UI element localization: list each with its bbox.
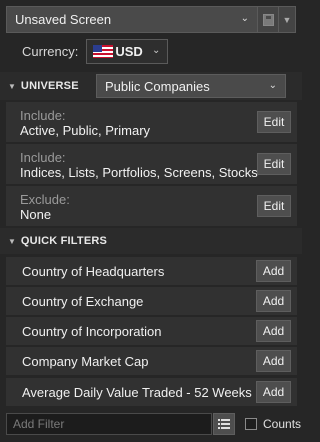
quick-filter-row: Country of Incorporation Add (6, 317, 297, 345)
edit-button[interactable]: Edit (257, 195, 291, 217)
add-button[interactable]: Add (256, 290, 291, 312)
save-icon (262, 13, 274, 26)
universe-section-header[interactable]: ▼ UNIVERSE Public Companies ⌄ (0, 72, 302, 100)
add-button[interactable]: Add (256, 381, 291, 403)
screen-name-dropdown[interactable]: Unsaved Screen ⌄ (6, 6, 258, 33)
include-sources-criteria: Include: Indices, Lists, Portfolios, Scr… (6, 144, 297, 184)
collapse-triangle-icon: ▼ (8, 236, 16, 246)
screen-name-label: Unsaved Screen (15, 12, 112, 27)
add-filter-bar: Counts (6, 413, 302, 435)
quick-filter-row: Average Daily Value Traded - 52 Weeks Ad… (6, 378, 297, 406)
quick-filter-name: Company Market Cap (22, 354, 149, 369)
save-button[interactable] (258, 6, 278, 33)
quick-filter-row: Company Market Cap Add (6, 347, 297, 375)
add-button[interactable]: Add (256, 350, 291, 372)
chevron-down-icon: ⌄ (151, 44, 161, 56)
quick-filters-section-header[interactable]: ▼ QUICK FILTERS (0, 228, 302, 254)
screen-menu-button[interactable]: ▼ (278, 6, 296, 33)
quick-filter-row: Country of Exchange Add (6, 287, 297, 315)
currency-row: Currency: USD ⌄ (0, 36, 302, 66)
collapse-triangle-icon: ▼ (8, 81, 16, 91)
caret-down-icon: ▼ (282, 14, 292, 25)
screen-toolbar: Unsaved Screen ⌄ ▼ (6, 6, 296, 33)
universe-title: UNIVERSE (20, 80, 79, 92)
edit-button[interactable]: Edit (257, 153, 291, 175)
criteria-label: Include: (20, 150, 66, 165)
counts-checkbox[interactable] (245, 418, 257, 430)
edit-button[interactable]: Edit (257, 111, 291, 133)
criteria-value: Active, Public, Primary (20, 123, 151, 138)
criteria-label: Exclude: (20, 192, 70, 207)
criteria-value: None (20, 207, 52, 222)
currency-value: USD (115, 43, 143, 59)
universe-dropdown[interactable]: Public Companies ⌄ (96, 74, 286, 98)
quick-filter-name: Average Daily Value Traded - 52 Weeks (22, 385, 252, 400)
quick-filters-title: QUICK FILTERS (20, 235, 108, 247)
criteria-value: Indices, Lists, Portfolios, Screens, Sto… (20, 165, 258, 180)
universe-selected: Public Companies (105, 78, 210, 94)
us-flag-icon (93, 44, 114, 58)
chevron-down-icon: ⌄ (268, 80, 277, 91)
exclude-criteria: Exclude: None Edit (6, 186, 297, 226)
filter-list-button[interactable] (213, 413, 235, 435)
currency-label: Currency: (22, 43, 79, 59)
include-status-criteria: Include: Active, Public, Primary Edit (6, 102, 297, 142)
quick-filter-row: Country of Headquarters Add (6, 257, 297, 285)
criteria-label: Include: (20, 108, 66, 123)
add-button[interactable]: Add (256, 320, 291, 342)
quick-filter-name: Country of Exchange (22, 294, 144, 309)
list-icon (218, 419, 230, 429)
currency-dropdown[interactable]: USD ⌄ (86, 38, 169, 64)
add-button[interactable]: Add (256, 260, 291, 282)
quick-filter-name: Country of Incorporation (22, 324, 162, 339)
add-filter-input[interactable] (6, 413, 212, 435)
chevron-down-icon: ⌄ (240, 13, 249, 24)
screener-panel: Unsaved Screen ⌄ ▼ Currency: USD ⌄ ▼ UNI… (0, 0, 302, 442)
quick-filter-name: Country of Headquarters (22, 264, 165, 279)
counts-label: Counts (263, 417, 302, 431)
